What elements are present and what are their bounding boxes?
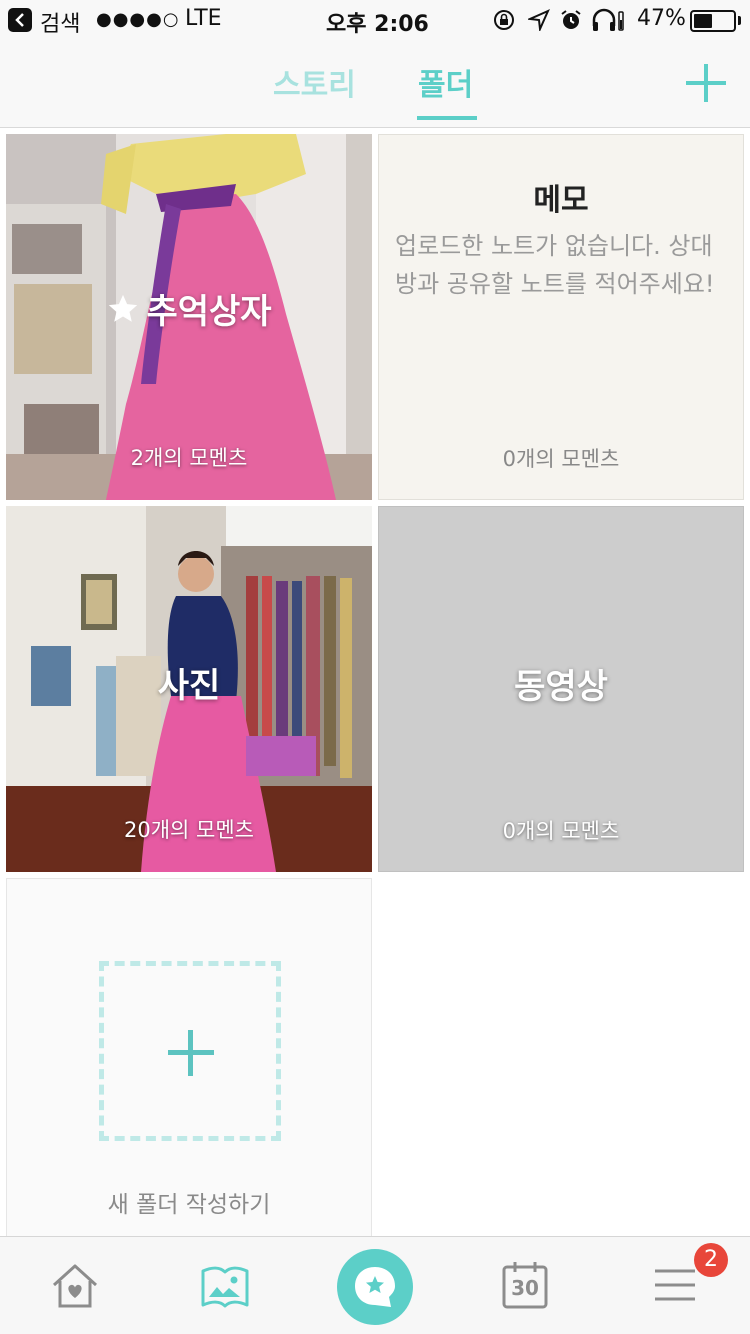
battery-icon (690, 10, 736, 32)
folder-video[interactable]: 동영상 0개의 모멘츠 (378, 506, 744, 872)
new-folder-card[interactable]: 새 폴더 작성하기 (6, 878, 372, 1238)
folder-memo-count: 0개의 모멘츠 (502, 447, 620, 471)
location-arrow-icon (528, 9, 550, 31)
tab-story[interactable]: 스토리 (273, 60, 356, 104)
back-to-app-button[interactable] (8, 8, 32, 32)
status-bar: 검색 ●●●●○ LTE 오후 2:06 47% (0, 0, 750, 40)
add-folder-button[interactable] (684, 62, 728, 106)
new-folder-plus-icon[interactable] (99, 961, 281, 1141)
home-heart-icon[interactable] (50, 1263, 100, 1309)
folder-memories-title: 추억상자 (146, 292, 272, 332)
battery-nub (738, 16, 741, 25)
star-chat-icon (355, 1267, 395, 1307)
bottom-tab-bar: 30 2 (0, 1236, 750, 1334)
calendar-day: 30 (511, 1276, 539, 1300)
chevron-left-icon (15, 13, 24, 27)
battery-percent: 47% (637, 6, 686, 31)
folder-memo[interactable]: 메모 업로드한 노트가 없습니다. 상대방과 공유할 노트를 적어주세요! 0개… (378, 134, 744, 500)
network-type: LTE (185, 6, 222, 31)
rotation-lock-icon (494, 10, 514, 30)
folder-video-title: 동영상 (514, 667, 608, 707)
tab-folder[interactable]: 폴더 (418, 60, 473, 104)
new-folder-label: 새 폴더 작성하기 (107, 1192, 271, 1218)
top-nav: 스토리 폴더 (0, 40, 750, 128)
menu-icon[interactable] (653, 1267, 697, 1303)
back-app-label[interactable]: 검색 (40, 6, 80, 38)
headphones-icon (592, 8, 624, 31)
folder-memories[interactable]: 추억상자 2개의 모멘츠 (6, 134, 372, 500)
active-tab-indicator (417, 116, 477, 120)
folder-photos-count: 20개의 모멘츠 (124, 818, 254, 842)
folder-memories-title-row: 추억상자 (6, 284, 372, 333)
notification-badge: 2 (694, 1243, 728, 1277)
alarm-icon (561, 10, 581, 29)
moments-chat-button[interactable] (337, 1249, 413, 1325)
signal-strength: ●●●●○ (96, 9, 180, 30)
star-icon (109, 294, 138, 322)
photo-album-icon[interactable] (200, 1263, 250, 1309)
folder-video-count: 0개의 모멘츠 (502, 819, 620, 843)
folder-photos[interactable]: 사진 20개의 모멘츠 (6, 506, 372, 872)
calendar-button[interactable]: 30 (502, 1261, 548, 1309)
folder-memo-title: 메모 (533, 183, 589, 218)
clock: 오후 2:06 (326, 12, 429, 37)
folder-photos-title: 사진 (157, 666, 221, 706)
folder-memories-count: 2개의 모멘츠 (130, 446, 248, 470)
folder-memo-description: 업로드한 노트가 없습니다. 상대방과 공유할 노트를 적어주세요! (395, 232, 715, 298)
